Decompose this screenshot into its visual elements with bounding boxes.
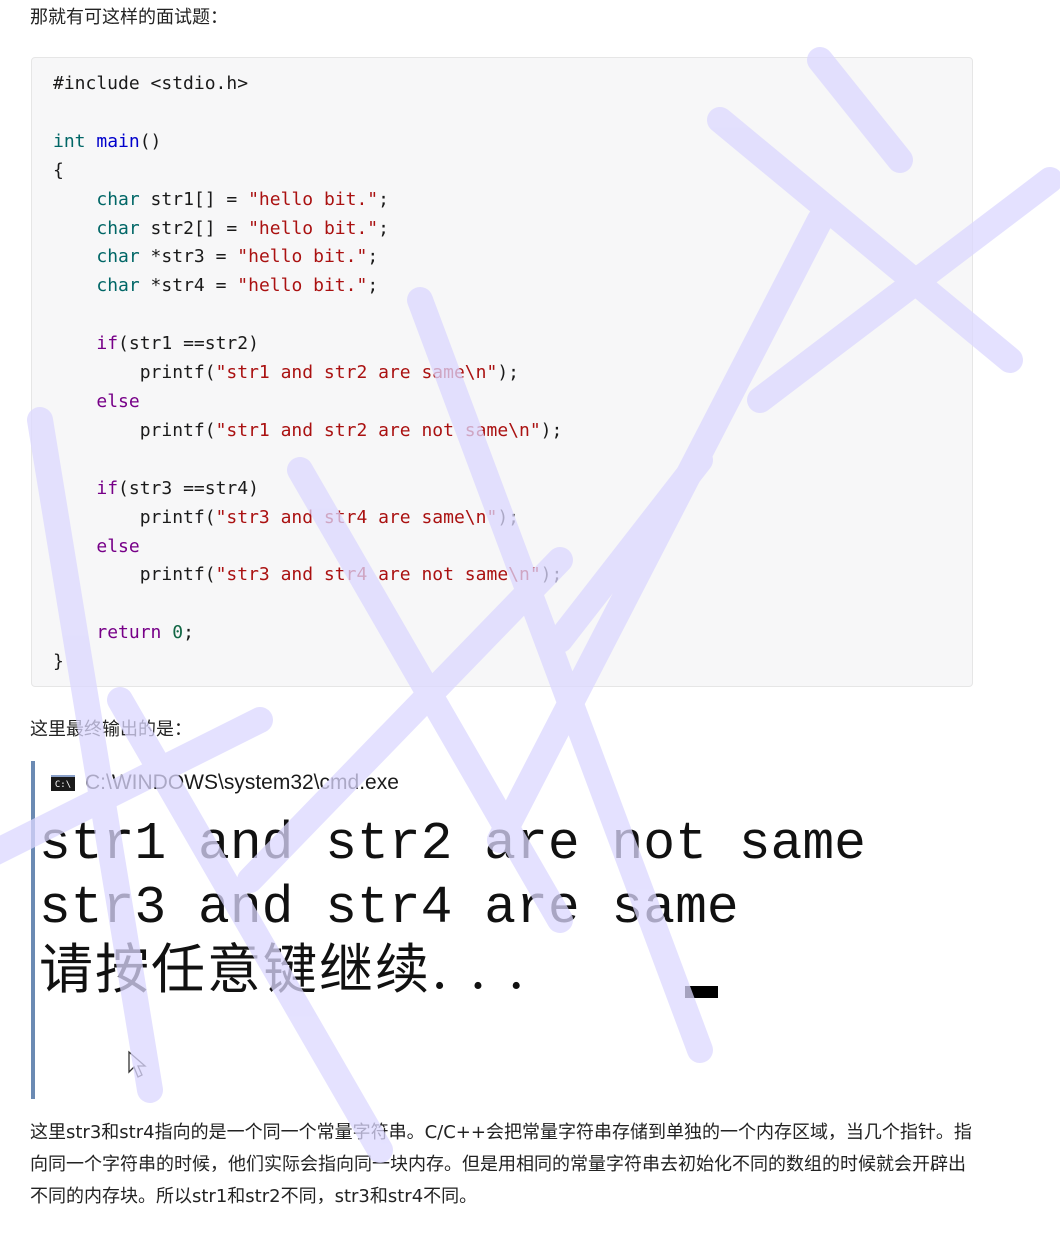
code-content: #include <stdio.h> int main() { char str… bbox=[53, 70, 562, 677]
code-line: char str2[] = "hello bit."; bbox=[96, 217, 389, 239]
console-window-border bbox=[31, 761, 35, 1099]
explanation-text: 这里str3和str4指向的是一个同一个常量字符串。C/C++会把常量字符串存储… bbox=[30, 1122, 972, 1207]
console-title: C:\WINDOWS\system32\cmd.exe bbox=[85, 771, 399, 794]
code-line: if(str1 ==str2) bbox=[96, 333, 259, 355]
code-line: printf("str3 and str4 are same\n"); bbox=[53, 506, 520, 528]
code-line: else bbox=[96, 535, 140, 557]
console-prompt-line: 请按任意键继续. . . bbox=[39, 938, 527, 1001]
output-intro-text: 这里最终输出的是： bbox=[30, 719, 192, 740]
code-line: printf("str1 and str2 are same\n"); bbox=[53, 362, 520, 384]
code-line: char *str4 = "hello bit."; bbox=[96, 275, 379, 297]
console-output-line: str3 and str4 are same bbox=[39, 878, 739, 938]
console-screenshot: C:\ C:\WINDOWS\system32\cmd.exe str1 and… bbox=[31, 761, 931, 1099]
console-cursor bbox=[685, 986, 718, 998]
console-titlebar: C:\ C:\WINDOWS\system32\cmd.exe bbox=[51, 769, 399, 797]
code-line: } bbox=[53, 651, 64, 673]
code-line: char *str3 = "hello bit."; bbox=[96, 246, 379, 268]
console-output-line: str1 and str2 are not same bbox=[39, 814, 866, 874]
code-line: if(str3 ==str4) bbox=[96, 477, 259, 499]
code-line: printf("str1 and str2 are not same\n"); bbox=[53, 419, 563, 441]
cmd-icon: C:\ bbox=[51, 775, 75, 791]
code-block: #include <stdio.h> int main() { char str… bbox=[31, 57, 973, 687]
code-line: printf("str3 and str4 are not same\n"); bbox=[53, 564, 563, 586]
code-line: int main() bbox=[53, 130, 162, 152]
code-line: { bbox=[53, 159, 64, 181]
intro-text: 那就有可这样的面试题： bbox=[30, 7, 228, 28]
mouse-pointer-icon bbox=[128, 1050, 147, 1078]
code-line: return 0; bbox=[96, 622, 194, 644]
code-line: else bbox=[96, 390, 140, 412]
code-line: #include <stdio.h> bbox=[53, 73, 249, 94]
code-line: char str1[] = "hello bit."; bbox=[96, 188, 389, 210]
